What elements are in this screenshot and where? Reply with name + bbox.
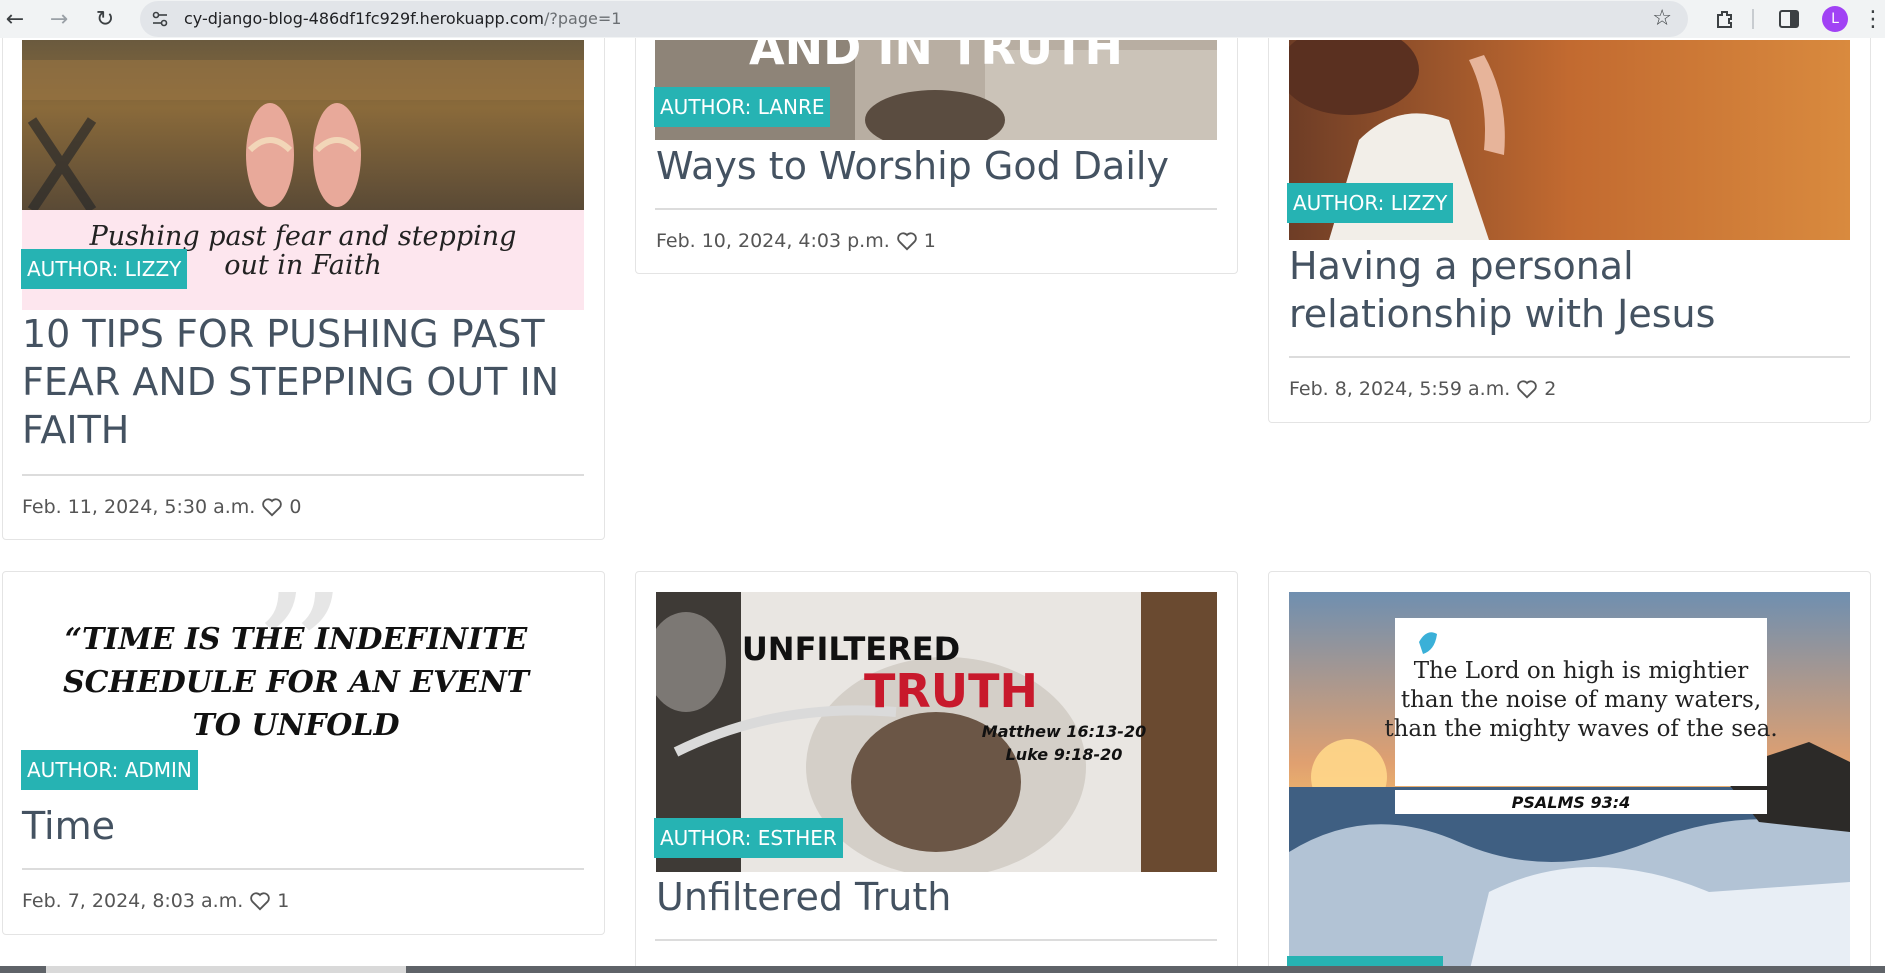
- image-title-line-1: UNFILTERED: [742, 630, 960, 668]
- post-title[interactable]: 10 TIPS FOR PUSHING PAST FEAR AND STEPPI…: [22, 310, 582, 454]
- author-badge: AUTHOR: ESTHER: [654, 818, 843, 858]
- extensions-icon[interactable]: [1710, 0, 1740, 38]
- post-date: Feb. 11, 2024, 5:30 a.m.: [22, 496, 256, 518]
- image-verse-1: Matthew 16:13-20: [982, 722, 1146, 741]
- post-meta: Feb. 7, 2024, 8:03 a.m. 1: [22, 890, 289, 912]
- image-verse-ref: PSALMS 93:4: [1512, 793, 1631, 812]
- divider: [1289, 356, 1850, 358]
- address-bar[interactable]: cy-django-blog-486df1fc929f.herokuapp.co…: [140, 1, 1688, 37]
- browser-toolbar: ← → ↻ cy-django-blog-486df1fc929f.heroku…: [0, 0, 1885, 38]
- horizontal-scrollbar[interactable]: [0, 966, 1885, 973]
- post-title[interactable]: Time: [22, 802, 582, 850]
- post-date: Feb. 7, 2024, 8:03 a.m.: [22, 890, 244, 912]
- post-date: Feb. 10, 2024, 4:03 p.m.: [656, 230, 890, 252]
- heart-icon: [250, 892, 271, 911]
- image-verse-line-1: The Lord on high is mightier: [1414, 658, 1749, 684]
- profile-avatar[interactable]: L: [1822, 6, 1848, 32]
- like-count: 2: [1544, 378, 1557, 400]
- author-badge: AUTHOR: ADMIN: [21, 750, 198, 790]
- image-quote-line-3: TO UNFOLD: [192, 708, 399, 743]
- post-meta: Feb. 10, 2024, 4:03 p.m. 1: [656, 230, 936, 252]
- heart-icon: [1517, 380, 1538, 399]
- image-caption-line-2: out in Faith: [224, 250, 382, 281]
- divider: [655, 208, 1217, 210]
- author-badge: AUTHOR: LIZZY: [21, 249, 188, 289]
- image-verse-2: Luke 9:18-20: [1006, 745, 1123, 764]
- more-menu-icon[interactable]: ⋮: [1862, 0, 1884, 38]
- url-host: cy-django-blog-486df1fc929f.herokuapp.co…: [184, 9, 544, 28]
- image-verse-line-2: than the noise of many waters,: [1401, 687, 1761, 713]
- like-count: 1: [277, 890, 290, 912]
- post-title[interactable]: Unfiltered Truth: [656, 873, 1216, 921]
- site-settings-icon[interactable]: [148, 9, 172, 29]
- reload-icon[interactable]: ↻: [90, 0, 120, 38]
- image-caption-line-1: Pushing past fear and stepping: [89, 221, 517, 252]
- post-title[interactable]: Having a personal relationship with Jesu…: [1289, 242, 1854, 338]
- author-badge: AUTHOR: LIZZY: [1287, 183, 1454, 223]
- back-icon[interactable]: ←: [0, 0, 30, 38]
- post-date: Feb. 8, 2024, 5:59 a.m.: [1289, 378, 1511, 400]
- divider: [22, 474, 584, 476]
- url-path: /?page=1: [543, 9, 622, 28]
- like-count: 0: [289, 496, 302, 518]
- heart-icon: [897, 232, 917, 251]
- like-count: 1: [923, 230, 936, 252]
- url-text[interactable]: cy-django-blog-486df1fc929f.herokuapp.co…: [184, 1, 621, 37]
- image-title-line-2: TRUTH: [864, 664, 1038, 718]
- side-panel-icon[interactable]: [1774, 0, 1804, 38]
- heart-icon: [262, 498, 283, 517]
- image-caption: AND IN TRUTH: [749, 40, 1123, 75]
- divider: [22, 868, 584, 870]
- bookmark-star-icon[interactable]: ☆: [1652, 1, 1672, 37]
- post-image[interactable]: The Lord on high is mightier than the no…: [1289, 592, 1850, 973]
- image-quote-line-1: “TIME IS THE INDEFINITE: [65, 622, 529, 657]
- divider: [655, 939, 1217, 941]
- image-quote-line-2: SCHEDULE FOR AN EVENT: [63, 665, 532, 700]
- post-meta: Feb. 11, 2024, 5:30 a.m. 0: [22, 496, 301, 518]
- image-verse-line-3: than the mighty waves of the sea.: [1384, 716, 1777, 742]
- forward-icon[interactable]: →: [44, 0, 74, 38]
- scrollbar-thumb[interactable]: [46, 966, 406, 973]
- post-title[interactable]: Ways to Worship God Daily: [656, 142, 1216, 190]
- author-badge: AUTHOR: LANRE: [654, 87, 831, 127]
- toolbar-divider: [1752, 9, 1754, 29]
- post-meta: Feb. 8, 2024, 5:59 a.m. 2: [1289, 378, 1556, 400]
